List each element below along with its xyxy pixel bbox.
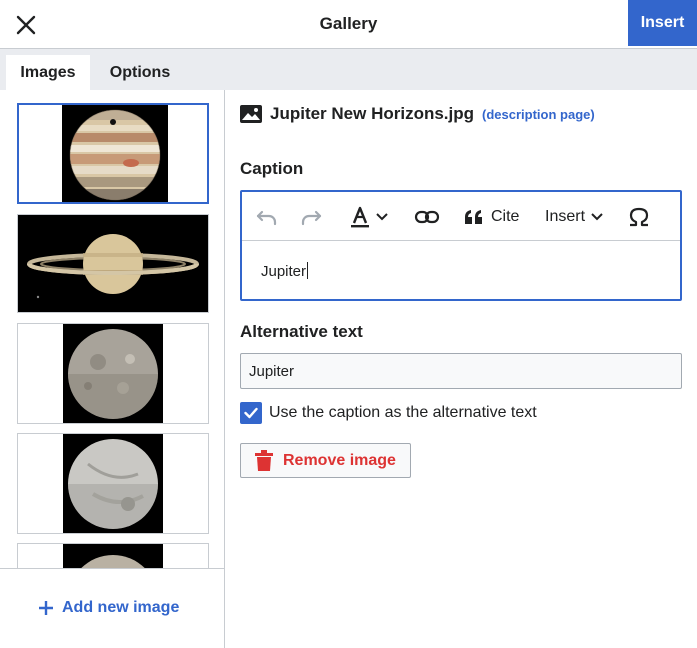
thumbnail-miranda[interactable] (17, 433, 209, 534)
cite-button[interactable]: Cite (464, 192, 519, 241)
omega-icon (629, 207, 649, 226)
description-page-link[interactable]: (description page) (482, 107, 595, 122)
caption-text[interactable]: Jupiter (261, 262, 309, 280)
use-caption-as-alt-label: Use the caption as the alternative text (269, 404, 537, 421)
remove-image-label: Remove image (283, 451, 396, 469)
image-icon (240, 105, 262, 123)
chevron-down-icon (376, 212, 388, 220)
alt-text-heading: Alternative text (240, 322, 363, 341)
caption-heading: Caption (240, 159, 304, 178)
undo-icon (256, 210, 277, 225)
image-details: Jupiter New Horizons.jpg (description pa… (226, 90, 697, 648)
ariel-thumbnail-image (18, 324, 208, 423)
dialog-title: Gallery (319, 14, 378, 33)
caption-toolbar: Cite Insert (242, 192, 680, 241)
file-name: Jupiter New Horizons.jpg (270, 104, 475, 123)
insert-button[interactable]: Insert (628, 0, 697, 46)
insert-dropdown[interactable]: Insert (545, 192, 603, 241)
image-list[interactable]: Add new image (0, 90, 225, 648)
file-title-row: Jupiter New Horizons.jpg (description pa… (240, 104, 595, 124)
add-new-image-label: Add new image (62, 599, 180, 616)
tab-bar: Images Options (0, 49, 697, 90)
plus-icon (39, 601, 53, 615)
redo-button[interactable] (300, 192, 322, 241)
remove-image-button[interactable]: Remove image (240, 443, 411, 478)
add-new-image-button[interactable]: Add new image (38, 599, 179, 617)
saturn-thumbnail-image (18, 215, 208, 312)
link-icon (414, 210, 440, 223)
image-list-footer: Add new image (0, 568, 224, 648)
text-cursor (307, 262, 309, 279)
checkmark-icon (244, 407, 258, 419)
miranda-thumbnail-image (18, 434, 208, 533)
quote-icon (465, 209, 482, 224)
tab-options[interactable]: Options (96, 55, 184, 90)
alt-text-input[interactable] (240, 353, 682, 389)
caption-value: Jupiter (261, 263, 307, 280)
cite-label: Cite (491, 207, 520, 225)
insert-menu-label: Insert (545, 207, 586, 225)
link-button[interactable] (414, 192, 440, 241)
tab-images[interactable]: Images (6, 55, 90, 90)
chevron-down-icon (591, 212, 603, 220)
text-style-icon (351, 206, 369, 227)
dialog-header: Gallery Insert (0, 0, 697, 49)
trash-icon (255, 449, 273, 471)
text-style-dropdown[interactable] (350, 192, 388, 241)
thumbnail-jupiter[interactable] (17, 103, 209, 204)
special-character-button[interactable] (628, 192, 650, 241)
use-caption-as-alt-checkbox[interactable] (240, 402, 262, 424)
redo-icon (301, 210, 322, 225)
thumbnail-ariel[interactable] (17, 323, 209, 424)
undo-button[interactable] (256, 192, 278, 241)
jupiter-thumbnail-image (19, 105, 207, 202)
thumbnail-saturn[interactable] (17, 214, 209, 313)
use-caption-as-alt-checkbox-row[interactable]: Use the caption as the alternative text (240, 402, 537, 424)
caption-editor[interactable]: Cite Insert Jupiter (240, 190, 682, 301)
